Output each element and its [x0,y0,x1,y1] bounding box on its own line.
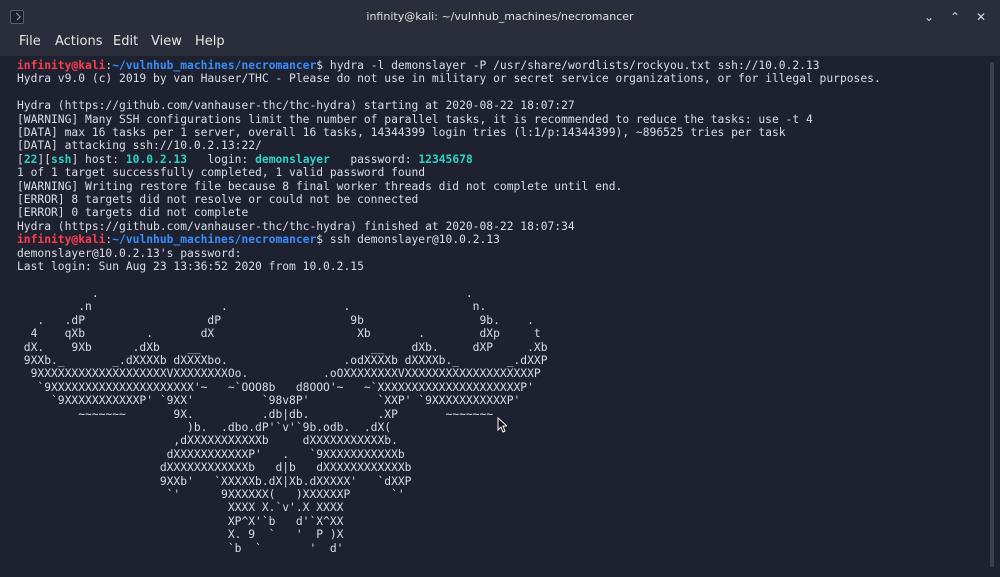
title-bar[interactable]: infinity@kali: ~/vulnhub_machines/necrom… [0,0,1000,34]
terminal-text: infinity@kali:~/vulnhub_machines/necroma… [17,59,881,555]
hydra-warning-restore: [WARNING] Writing restore file because 8… [17,179,623,193]
prompt-user-host: infinity@kali [17,59,106,72]
prompt-line-1: infinity@kali:~/vulnhub_machines/necroma… [17,59,820,72]
close-icon[interactable]: ✕ [974,10,988,24]
ssh-password-prompt: demonslayer@10.0.2.13's password: [17,246,242,260]
prompt-line-2: infinity@kali:~/vulnhub_machines/necroma… [17,233,500,247]
mouse-pointer-icon [497,417,507,433]
menu-help[interactable]: Help [195,34,225,54]
hydra-warning-tasks: [WARNING] Many SSH configurations limit … [17,112,813,126]
menu-actions[interactable]: Actions [55,34,103,54]
prompt-path: ~/vulnhub_machines/necromancer [112,59,317,72]
minimize-icon[interactable]: ⌄ [922,10,936,24]
hydra-banner: Hydra v9.0 (c) 2019 by van Hauser/THC - … [17,72,881,86]
menu-view[interactable]: View [151,34,182,54]
hydra-error-complete: [ERROR] 0 targets did not complete [17,206,249,220]
scrollbar[interactable] [988,56,994,572]
maximize-icon[interactable]: ⌃ [948,10,962,24]
menu-bar: File Actions Edit View Help [0,34,1000,56]
found-host: 10.0.2.13 [125,152,188,166]
hydra-summary: 1 of 1 target successfully completed, 1 … [17,166,426,180]
scrollbar-thumb[interactable] [990,62,994,567]
hydra-found-line: [22][ssh] host: 10.0.2.13 login: demonsl… [17,152,473,166]
hydra-finished: Hydra (https://github.com/vanhauser-thc/… [17,219,575,233]
ssh-command: ssh demonslayer@10.0.2.13 [323,233,500,247]
hydra-data-attacking: [DATA] attacking ssh://10.0.2.13:22/ [17,139,262,153]
hydra-command: hydra -l demonslayer -P /usr/share/wordl… [323,59,820,72]
hydra-data-tasks: [DATA] max 16 tasks per 1 server, overal… [17,126,786,140]
hydra-starting: Hydra (https://github.com/vanhauser-thc/… [17,99,575,113]
menu-edit[interactable]: Edit [113,34,138,54]
hydra-error-resolve: [ERROR] 8 targets did not resolve or cou… [17,193,419,207]
terminal-window: infinity@kali: ~/vulnhub_machines/necrom… [0,0,1000,577]
window-title: infinity@kali: ~/vulnhub_machines/necrom… [366,10,634,23]
ascii-art-banner: . . .n . . n. . .dP dP 9b 9b. . 4 qXb . … [23,286,548,555]
menu-file[interactable]: File [19,34,41,54]
found-login: demonslayer [255,152,330,166]
found-password: 12345678 [418,152,473,166]
ssh-last-login: Last login: Sun Aug 23 13:36:52 2020 fro… [17,260,364,274]
